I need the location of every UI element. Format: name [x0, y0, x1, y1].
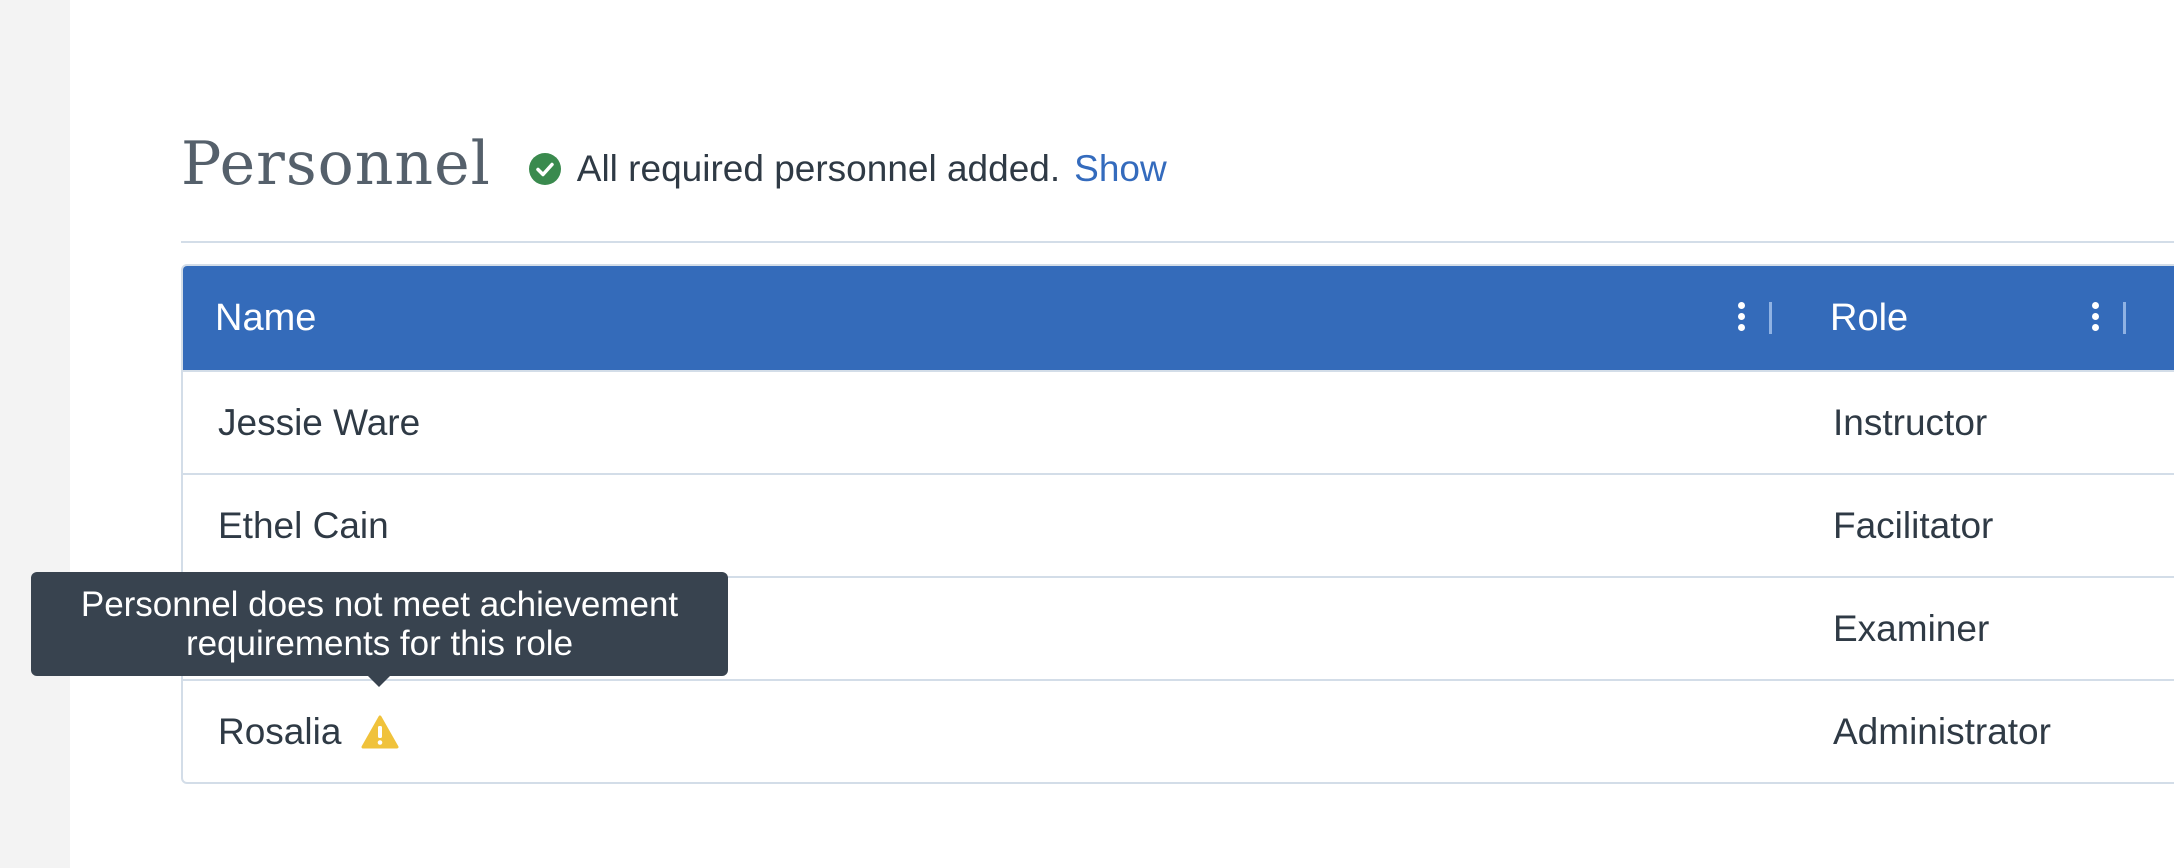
check-circle-icon	[528, 153, 561, 185]
personnel-status: All required personnel added. Show	[528, 147, 1167, 191]
column-header-role[interactable]: Role	[1830, 266, 1908, 370]
cell-role: Administrator	[1833, 710, 2051, 752]
tooltip-line-2: requirements for this role	[185, 624, 574, 663]
table-header: Name Role	[183, 266, 2174, 370]
header-divider	[181, 241, 2174, 243]
tooltip-line-1: Personnel does not meet achievement	[80, 585, 679, 624]
column-header-name[interactable]: Name	[215, 266, 316, 370]
tooltip-arrow	[368, 676, 390, 687]
table-row[interactable]: Rosalia Administrator	[183, 679, 2174, 782]
status-text: All required personnel added.	[576, 148, 1061, 189]
cell-role: Facilitator	[1833, 504, 1994, 546]
left-rail	[0, 0, 70, 868]
page-title: Personnel	[181, 129, 491, 199]
cell-name-with-warning: Rosalia	[218, 681, 399, 782]
cell-role: Examiner	[1833, 607, 1990, 649]
table-row[interactable]: Jessie Ware Instructor	[183, 370, 2174, 473]
cell-name: Jessie Ware	[218, 401, 421, 443]
column-resize-handle-name[interactable]	[1769, 302, 1772, 334]
cell-name: Ethel Cain	[218, 504, 389, 546]
page-header: Personnel All required personnel added. …	[181, 128, 1167, 200]
cell-role: Instructor	[1833, 401, 1988, 443]
column-resize-handle-role[interactable]	[2123, 302, 2126, 334]
warning-triangle-icon[interactable]	[361, 715, 399, 749]
column-menu-name-icon[interactable]	[1738, 302, 1746, 332]
table-row[interactable]: Ethel Cain Facilitator	[183, 473, 2174, 576]
column-menu-role-icon[interactable]	[2092, 302, 2100, 332]
personnel-table: Name Role Jessie Ware Instructor Ethel C…	[181, 264, 2174, 784]
show-link[interactable]: Show	[1074, 147, 1167, 191]
cell-name: Rosalia	[218, 710, 342, 752]
warning-tooltip: Personnel does not meet achievement requ…	[31, 572, 728, 676]
